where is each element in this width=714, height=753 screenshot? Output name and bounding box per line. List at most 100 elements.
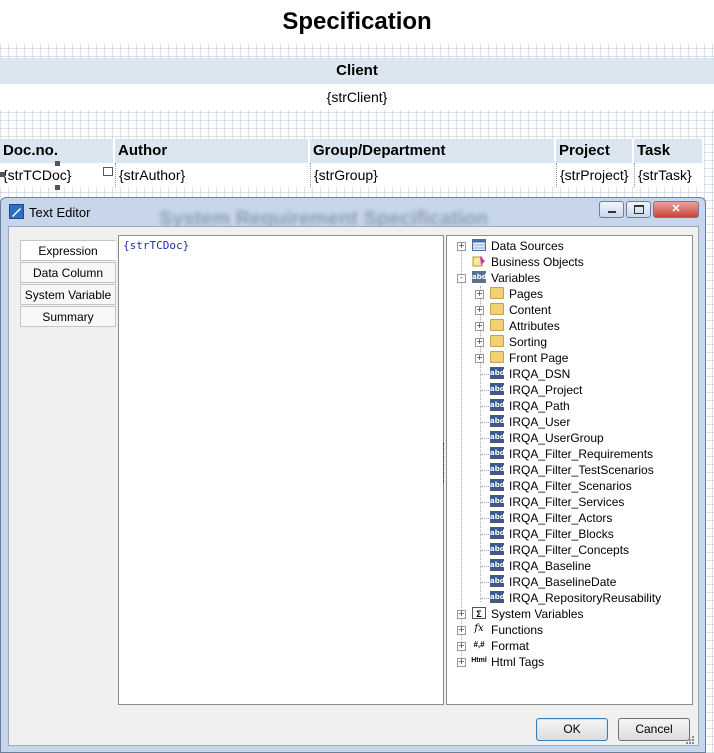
group-field[interactable]: {strGroup} bbox=[310, 163, 556, 187]
doc-no-field[interactable]: {strTCDoc} bbox=[0, 163, 115, 187]
text-variable-icon: abd bbox=[490, 447, 505, 459]
tree-node-label: System Variables bbox=[491, 607, 584, 621]
variables-icon: abd bbox=[472, 271, 487, 283]
tree-node-sorting[interactable]: + Sorting bbox=[475, 334, 685, 350]
task-field[interactable]: {strTask} bbox=[634, 163, 704, 187]
tree-node-variables[interactable]: - abd Variables bbox=[457, 270, 687, 286]
resize-grip-icon[interactable] bbox=[685, 735, 695, 745]
text-variable-icon: abd bbox=[490, 479, 505, 491]
tree-node-label: Format bbox=[491, 639, 530, 653]
expand-icon[interactable]: + bbox=[475, 322, 484, 331]
tree-node-front-page[interactable]: + Front Page bbox=[475, 350, 685, 366]
tree-node-variable[interactable]: abd IRQA_DSN bbox=[475, 366, 685, 382]
tree-node-label: Front Page bbox=[509, 351, 569, 365]
tree-node-pages[interactable]: + Pages bbox=[475, 286, 685, 302]
tab-summary[interactable]: Summary bbox=[20, 306, 116, 327]
tree-node-variable[interactable]: abd IRQA_Filter_Services bbox=[475, 494, 685, 510]
folder-icon bbox=[490, 319, 504, 331]
expression-text[interactable]: {strTCDoc} bbox=[123, 239, 189, 252]
dialog-title: Text Editor bbox=[29, 205, 91, 220]
tree-node-data-sources[interactable]: + Data Sources bbox=[457, 238, 687, 254]
ok-button[interactable]: OK bbox=[536, 718, 608, 741]
text-variable-icon: abd bbox=[490, 527, 505, 539]
smart-tag-icon[interactable] bbox=[103, 167, 113, 176]
tab-expression[interactable]: Expression bbox=[20, 240, 116, 261]
cancel-button[interactable]: Cancel bbox=[618, 718, 690, 741]
function-icon: fx bbox=[474, 623, 484, 634]
collapse-icon[interactable]: - bbox=[457, 274, 466, 283]
expand-icon[interactable]: + bbox=[457, 242, 466, 251]
expression-editor[interactable]: {strTCDoc} bbox=[118, 235, 444, 705]
project-field[interactable]: {strProject} bbox=[556, 163, 634, 187]
tree-node-variable[interactable]: abd IRQA_Filter_TestScenarios bbox=[475, 462, 685, 478]
expand-icon[interactable]: + bbox=[475, 354, 484, 363]
tree-node-variable[interactable]: abd IRQA_BaselineDate bbox=[475, 574, 685, 590]
expand-icon[interactable]: + bbox=[457, 610, 466, 619]
data-sources-icon bbox=[472, 239, 486, 251]
close-button[interactable]: ✕ bbox=[653, 201, 699, 218]
tree-node-variable[interactable]: abd IRQA_UserGroup bbox=[475, 430, 685, 446]
author-header: Author bbox=[115, 139, 310, 163]
html-tags-icon: Html bbox=[471, 657, 487, 664]
tab-system-variable[interactable]: System Variable bbox=[20, 284, 116, 305]
maximize-button[interactable] bbox=[626, 201, 651, 218]
text-variable-icon: abd bbox=[490, 559, 505, 571]
tree-node-label: Pages bbox=[509, 287, 544, 301]
tree-node-label: IRQA_Path bbox=[509, 399, 570, 413]
tree-node-label: Attributes bbox=[509, 319, 560, 333]
text-editor-dialog: Text Editor System Requirement Specifica… bbox=[0, 197, 706, 753]
minimize-icon bbox=[607, 211, 616, 214]
tree-node-variable[interactable]: abd IRQA_Path bbox=[475, 398, 685, 414]
tree-node-label: IRQA_Filter_Blocks bbox=[509, 527, 614, 541]
expand-icon[interactable]: + bbox=[457, 642, 466, 651]
tree-node-format[interactable]: + #,# Format bbox=[457, 638, 687, 654]
tree-node-content[interactable]: + Content bbox=[475, 302, 685, 318]
expand-icon[interactable]: + bbox=[457, 658, 466, 667]
tab-data-column[interactable]: Data Column bbox=[20, 262, 116, 283]
text-variable-icon: abd bbox=[490, 543, 505, 555]
client-value-field[interactable]: {strClient} bbox=[0, 84, 714, 110]
author-field[interactable]: {strAuthor} bbox=[115, 163, 310, 187]
tree-node-label: IRQA_Filter_Scenarios bbox=[509, 479, 632, 493]
tree-node-variable[interactable]: abd IRQA_Filter_Actors bbox=[475, 510, 685, 526]
tree-node-label: IRQA_RepositoryReusability bbox=[509, 591, 662, 605]
selection-handle[interactable] bbox=[0, 172, 5, 177]
tree-node-variable[interactable]: abd IRQA_Baseline bbox=[475, 558, 685, 574]
tree-node-variable[interactable]: abd IRQA_Filter_Blocks bbox=[475, 526, 685, 542]
selection-handle[interactable] bbox=[55, 185, 60, 190]
project-header: Project bbox=[556, 139, 634, 163]
tree-node-variable[interactable]: abd IRQA_RepositoryReusability bbox=[475, 590, 685, 606]
dialog-titlebar[interactable]: Text Editor System Requirement Specifica… bbox=[1, 198, 705, 230]
text-variable-icon: abd bbox=[490, 383, 505, 395]
group-department-header: Group/Department bbox=[310, 139, 556, 163]
tree-node-system-variables[interactable]: + Σ System Variables bbox=[457, 606, 687, 622]
tree-node-html-tags[interactable]: + Html Html Tags bbox=[457, 654, 687, 670]
text-variable-icon: abd bbox=[490, 591, 505, 603]
tree-node-variable[interactable]: abd IRQA_Filter_Requirements bbox=[475, 446, 685, 462]
tree-node-variable[interactable]: abd IRQA_Filter_Concepts bbox=[475, 542, 685, 558]
tree-node-label: IRQA_Project bbox=[509, 383, 583, 397]
system-variables-icon: Σ bbox=[472, 607, 486, 619]
tree-node-label: Variables bbox=[491, 271, 541, 285]
tree-node-variable[interactable]: abd IRQA_Filter_Scenarios bbox=[475, 478, 685, 494]
expand-icon[interactable]: + bbox=[475, 290, 484, 299]
tree-node-label: Functions bbox=[491, 623, 544, 637]
tree-node-functions[interactable]: + fx Functions bbox=[457, 622, 687, 638]
client-header: Client bbox=[0, 58, 714, 84]
selection-handle[interactable] bbox=[55, 161, 60, 166]
expand-icon[interactable]: + bbox=[457, 626, 466, 635]
minimize-button[interactable] bbox=[599, 201, 624, 218]
tree-view[interactable]: + Data Sources Business Objects - abd Va… bbox=[446, 235, 693, 705]
expand-icon[interactable]: + bbox=[475, 338, 484, 347]
tree-node-label: IRQA_Baseline bbox=[509, 559, 592, 573]
tree-node-label: Content bbox=[509, 303, 552, 317]
tree-node-label: IRQA_Filter_TestScenarios bbox=[509, 463, 654, 477]
folder-icon bbox=[490, 303, 504, 315]
tree-node-attributes[interactable]: + Attributes bbox=[475, 318, 685, 334]
folder-icon bbox=[490, 287, 504, 299]
tree-node-business-objects[interactable]: Business Objects bbox=[457, 254, 687, 270]
tree-node-variable[interactable]: abd IRQA_Project bbox=[475, 382, 685, 398]
tree-node-label: IRQA_Filter_Concepts bbox=[509, 543, 630, 557]
expand-icon[interactable]: + bbox=[475, 306, 484, 315]
tree-node-variable[interactable]: abd IRQA_User bbox=[475, 414, 685, 430]
